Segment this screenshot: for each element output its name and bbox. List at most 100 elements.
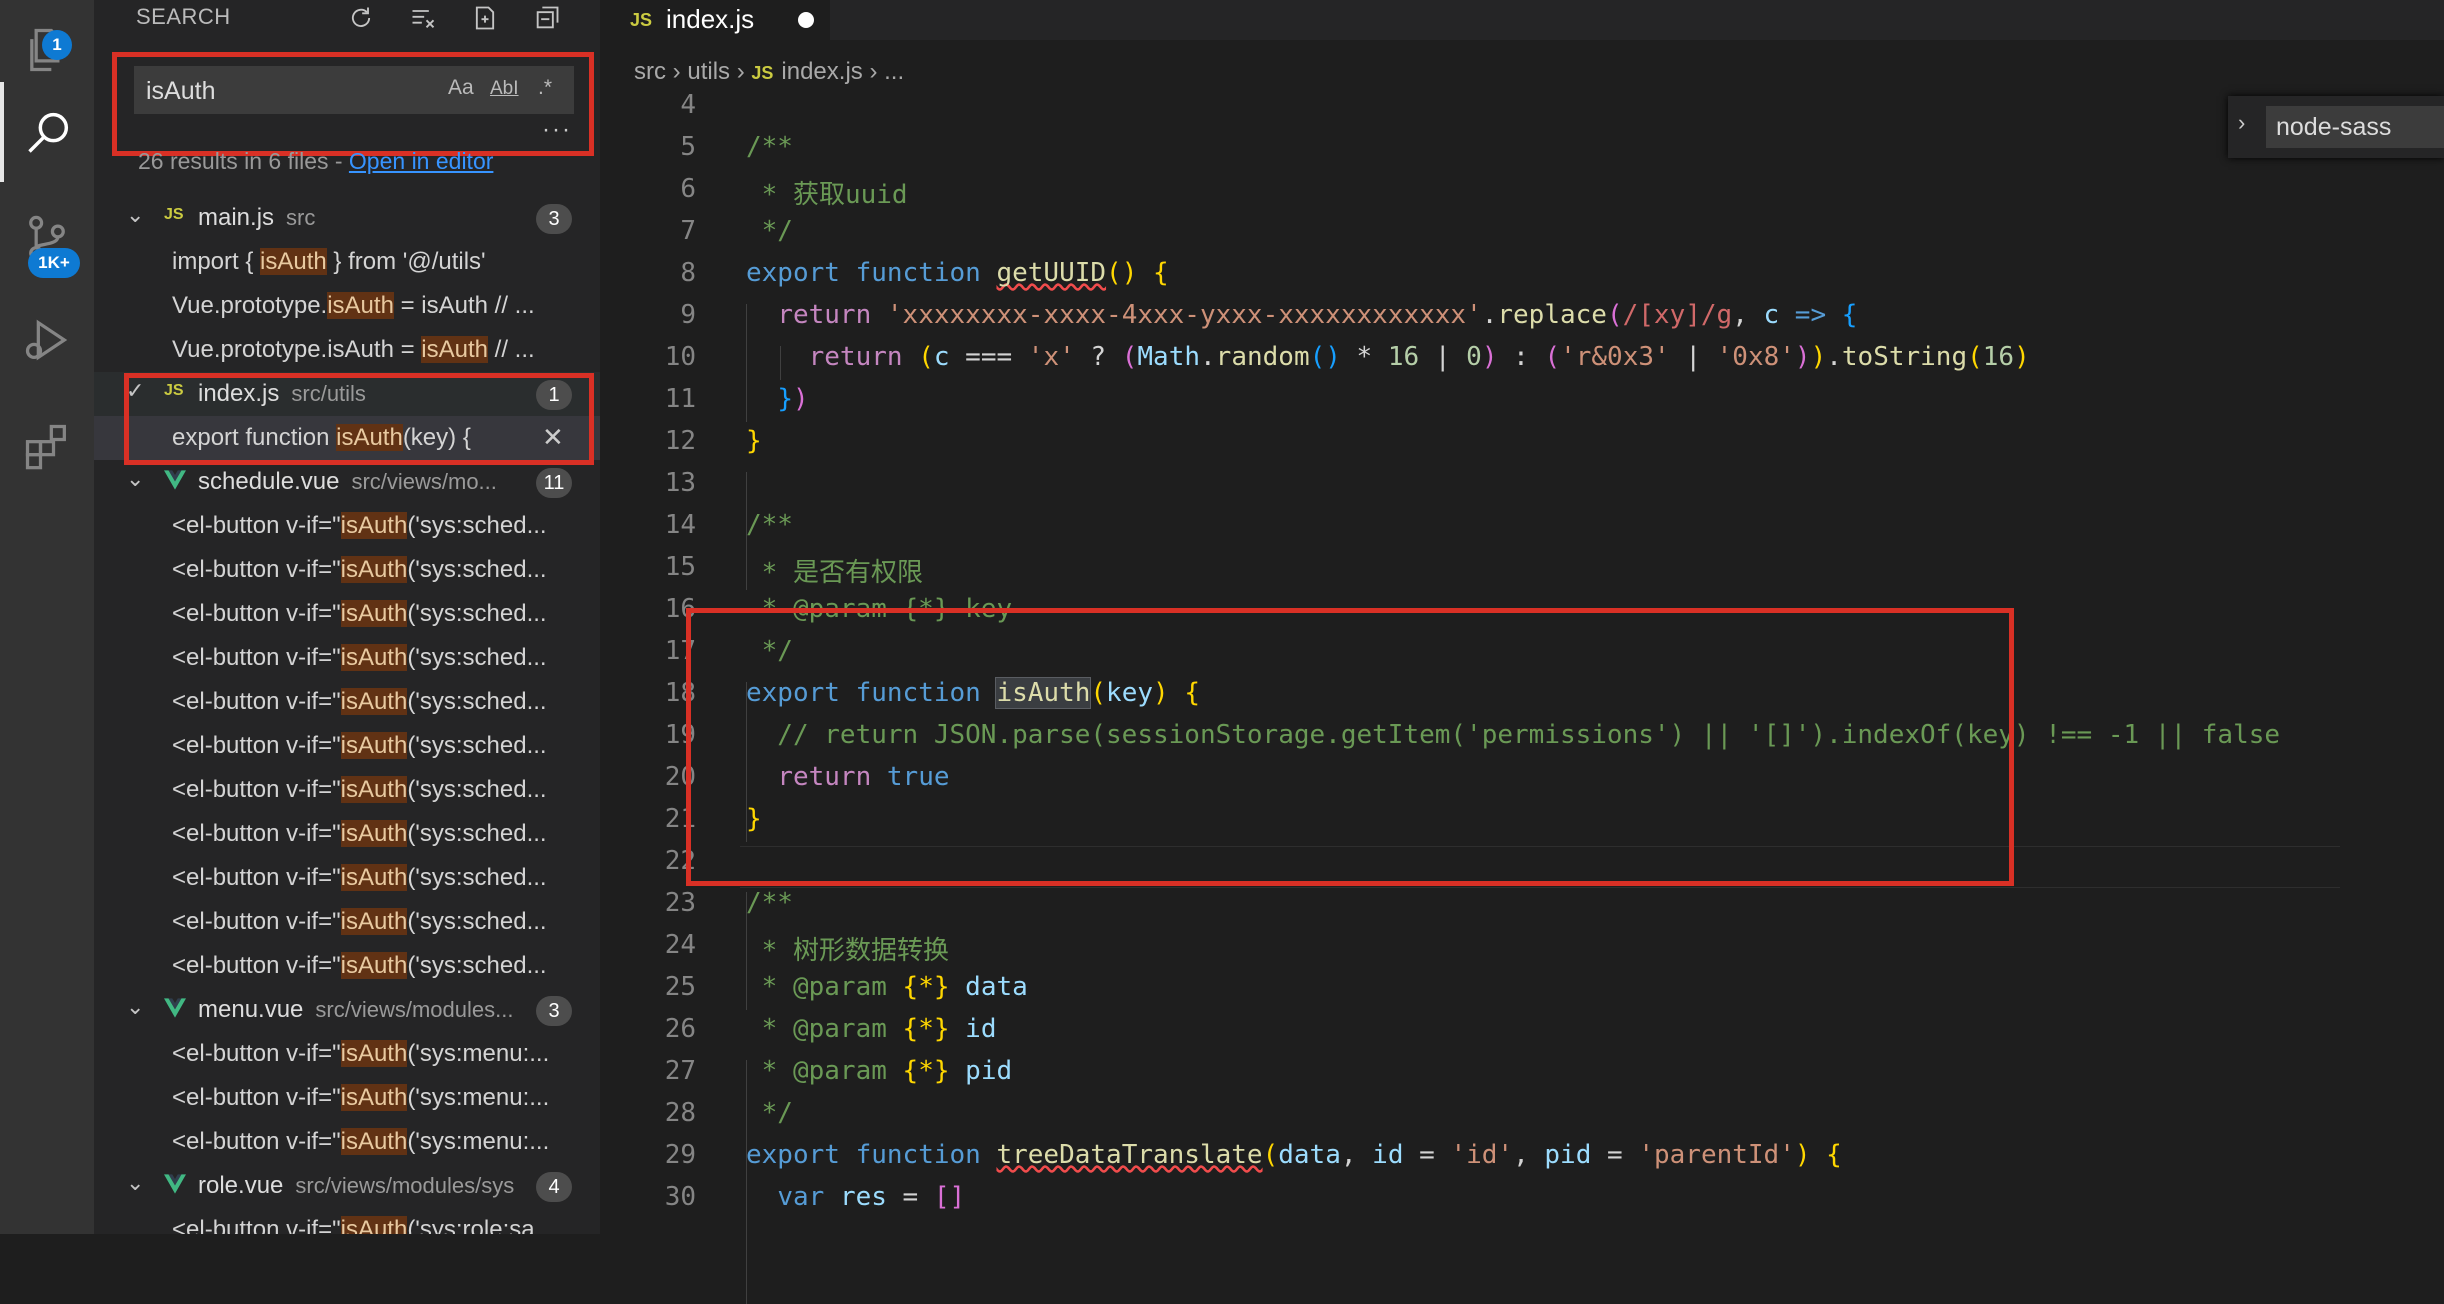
line-number: 28 [664, 1098, 696, 1128]
code-token: 'x' [1027, 342, 1075, 372]
code-token: ( [1967, 342, 1983, 372]
source-control-button[interactable]: 1K+ [0, 188, 94, 288]
match-case-toggle[interactable]: Aa [448, 76, 474, 100]
code-token: . [1200, 342, 1216, 372]
code-token: export [746, 258, 856, 288]
match-suffix: (key) { [402, 424, 471, 451]
run-debug-button[interactable] [0, 290, 94, 390]
chevron-down-icon[interactable]: ⌄ [126, 994, 144, 1020]
result-match-row[interactable]: <el-button v-if="isAuth('sys:sched... [94, 944, 600, 988]
result-match-row[interactable]: <el-button v-if="isAuth('sys:sched... [94, 900, 600, 944]
match-prefix: <el-button v-if=" [172, 688, 341, 715]
indent-guide [746, 304, 747, 422]
result-file-name: main.js [198, 204, 275, 231]
collapse-all-icon[interactable] [526, 0, 568, 36]
code-token: } [777, 384, 793, 414]
result-file-row[interactable]: ✓ JS index.js src/utils 1 [94, 372, 600, 416]
clear-results-icon[interactable] [402, 0, 444, 36]
chevron-down-icon[interactable]: ⌄ [126, 202, 144, 228]
line-number: 4 [680, 90, 696, 120]
line-number: 17 [664, 636, 696, 666]
line-number: 30 [664, 1182, 696, 1212]
result-file-path: src/views/modules/sys [295, 1173, 515, 1198]
search-view-button[interactable] [0, 82, 94, 182]
chevron-right-icon[interactable]: ✓ [126, 378, 144, 404]
open-in-editor-link[interactable]: Open in editor [349, 148, 493, 174]
code-token: */ [746, 216, 793, 246]
new-search-editor-icon[interactable] [464, 0, 506, 36]
code-token: res [839, 1182, 887, 1212]
toggle-replace-chevron-icon[interactable]: › [2238, 110, 2245, 136]
result-match-row[interactable]: <el-button v-if="isAuth('sys:sched... [94, 592, 600, 636]
result-match-row[interactable]: <el-button v-if="isAuth('sys:sched... [94, 768, 600, 812]
result-match-row[interactable]: <el-button v-if="isAuth('sys:menu:... [94, 1076, 600, 1120]
code-token: ( [1544, 342, 1561, 372]
result-file-row[interactable]: ⌄ schedule.vue src/views/mo... 11 [94, 460, 600, 504]
dismiss-result-icon[interactable]: ✕ [542, 422, 564, 453]
result-file-row[interactable]: ⌄ role.vue src/views/modules/sys 4 [94, 1164, 600, 1208]
match-prefix: <el-button v-if=" [172, 1216, 341, 1234]
result-match-row[interactable]: <el-button v-if="isAuth('sys:sched... [94, 548, 600, 592]
code-token: , [1340, 1140, 1373, 1170]
result-match-row[interactable]: <el-button v-if="isAuth('sys:sched... [94, 724, 600, 768]
breadcrumb-utils[interactable]: utils [687, 58, 730, 85]
result-match-row[interactable]: <el-button v-if="isAuth('sys:sched... [94, 636, 600, 680]
refresh-icon[interactable] [340, 0, 382, 36]
breadcrumb-src[interactable]: src [634, 58, 666, 85]
code-token: ( [1121, 342, 1138, 372]
result-file-row[interactable]: ⌄ menu.vue src/views/modules... 3 [94, 988, 600, 1032]
result-match-row[interactable]: <el-button v-if="isAuth('sys:sched... [94, 812, 600, 856]
use-regex-toggle[interactable]: .* [538, 76, 552, 100]
match-whole-word-toggle[interactable]: AbI [490, 78, 519, 100]
unsaved-dot-icon[interactable] [798, 12, 814, 28]
code-line: // return JSON.parse(sessionStorage.getI… [746, 720, 2280, 750]
line-number: 12 [664, 426, 696, 456]
breadcrumb-symbols[interactable]: ... [884, 58, 904, 85]
match-highlight: isAuth [340, 644, 408, 671]
toggle-search-details-icon[interactable]: ··· [542, 116, 572, 144]
result-match-row[interactable]: <el-button v-if="isAuth('sys:sched... [94, 504, 600, 548]
code-token: 'parentId' [1638, 1140, 1795, 1170]
result-match-row[interactable]: <el-button v-if="isAuth('sys:sched... [94, 856, 600, 900]
match-prefix: <el-button v-if=" [172, 952, 341, 979]
result-file-row[interactable]: ⌄ JS main.js src 3 [94, 196, 600, 240]
match-prefix: <el-button v-if=" [172, 600, 341, 627]
result-match-row[interactable]: Vue.prototype.isAuth = isAuth // ... [94, 284, 600, 328]
code-token: ) { [1153, 678, 1200, 708]
breadcrumb-file[interactable]: index.js [781, 58, 862, 85]
code-token: c [1763, 300, 1780, 330]
result-match-row[interactable]: import { isAuth } from '@/utils' [94, 240, 600, 284]
extensions-button[interactable] [0, 396, 94, 496]
activity-bar: 1 1K+ [0, 0, 94, 1234]
match-suffix: = isAuth // ... [393, 292, 535, 319]
line-number: 24 [664, 930, 696, 960]
code-token: ( [1606, 300, 1623, 330]
match-suffix: ('sys:sched... [407, 908, 547, 935]
result-match-row[interactable]: export function isAuth(key) {✕ [94, 416, 600, 460]
match-highlight: isAuth [340, 688, 408, 715]
result-match-row[interactable]: Vue.prototype.isAuth = isAuth // ... [94, 328, 600, 372]
code-token: * @param [746, 1056, 903, 1086]
code-token: return [777, 300, 887, 330]
code-token: ) [1810, 342, 1827, 372]
result-match-row[interactable]: <el-button v-if="isAuth('sys:menu:... [94, 1032, 600, 1076]
results-summary: 26 results in 6 files - Open in editor [138, 148, 493, 175]
match-prefix: <el-button v-if=" [172, 556, 341, 583]
tab-index-js[interactable]: JS index.js [600, 0, 830, 40]
match-suffix: } from '@/utils' [326, 248, 486, 275]
search-icon [28, 112, 69, 153]
match-highlight: isAuth [340, 1128, 408, 1155]
code-token: id [1372, 1140, 1404, 1170]
match-suffix: ('sys:sched... [407, 732, 547, 759]
find-input[interactable]: node-sass [2266, 106, 2444, 148]
result-match-row[interactable]: <el-button v-if="isAuth('sys:sched... [94, 680, 600, 724]
result-match-row[interactable]: <el-button v-if="isAuth('sys:menu:... [94, 1120, 600, 1164]
code-token: } [746, 426, 762, 456]
result-match-row[interactable]: <el-button v-if="isAuth('sys:role:sa... [94, 1208, 600, 1234]
search-input[interactable] [134, 66, 448, 116]
match-highlight: isAuth [340, 1040, 408, 1067]
chevron-down-icon[interactable]: ⌄ [126, 1170, 144, 1196]
result-file-path: src/views/modules... [315, 997, 514, 1022]
result-file-path: src [286, 205, 316, 230]
chevron-down-icon[interactable]: ⌄ [126, 466, 144, 492]
